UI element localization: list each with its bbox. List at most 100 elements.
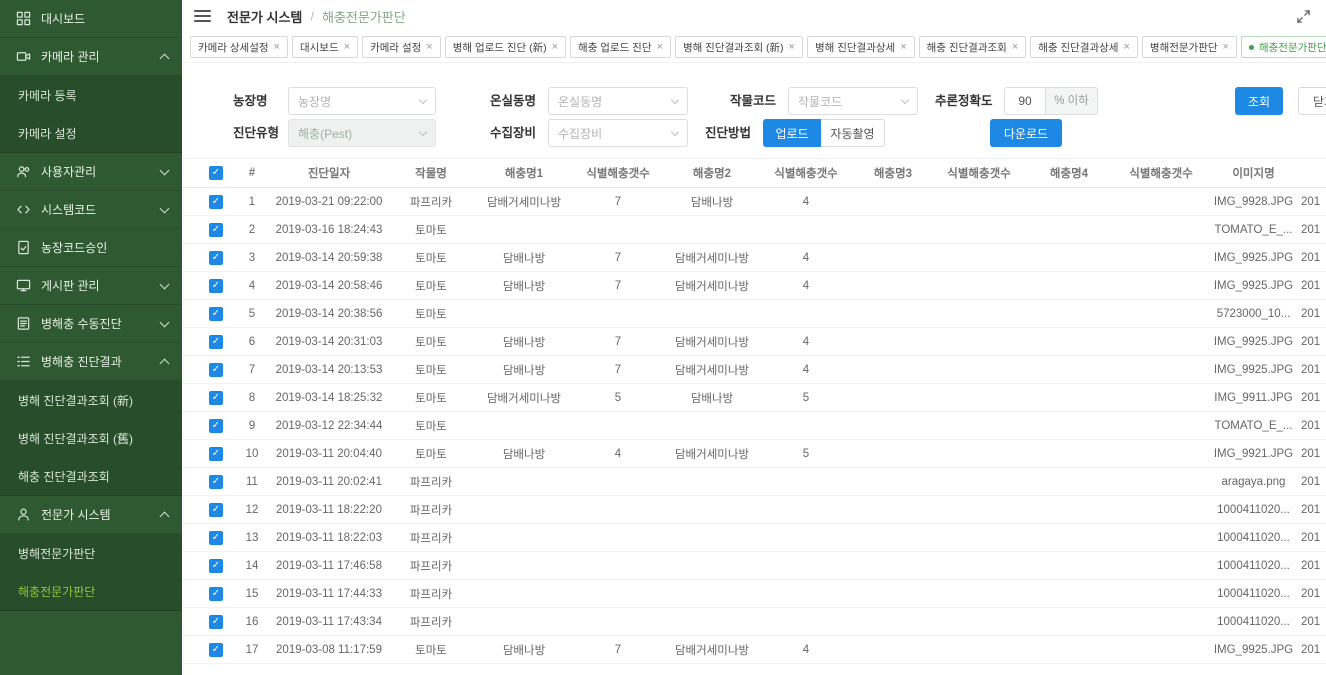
tab-close-icon[interactable]: × bbox=[344, 42, 350, 53]
tab-close-icon[interactable]: × bbox=[1123, 42, 1129, 53]
table-row[interactable]: ✓32019-03-14 20:59:38토마토담배나방7담배거세미나방4IMG… bbox=[182, 244, 1326, 272]
sidebar-item-label: 시스템코드 bbox=[41, 201, 161, 218]
sidebar-item-manual[interactable]: 병해충 수동진단 bbox=[0, 305, 182, 343]
greenhouse-select-value: 온실동명 bbox=[558, 93, 602, 110]
sidebar-item-board[interactable]: 게시판 관리 bbox=[0, 267, 182, 305]
tab-close-icon[interactable]: × bbox=[900, 42, 906, 53]
row-checkbox[interactable]: ✓ bbox=[209, 335, 223, 349]
table-row[interactable]: ✓62019-03-14 20:31:03토마토담배나방7담배거세미나방4IMG… bbox=[182, 328, 1326, 356]
table-row[interactable]: ✓122019-03-11 18:22:20파프리카1000411020...2… bbox=[182, 496, 1326, 524]
row-checkbox[interactable]: ✓ bbox=[209, 223, 223, 237]
tab-7[interactable]: 해충 진단결과조회× bbox=[919, 36, 1027, 58]
sidebar-item-camera[interactable]: 카메라 관리 bbox=[0, 38, 182, 76]
tab-3[interactable]: 병해 업로드 진단 (新)× bbox=[445, 36, 566, 58]
sidebar-subitem[interactable]: 카메라 설정 bbox=[0, 114, 182, 152]
tab-8[interactable]: 해충 진단결과상세× bbox=[1030, 36, 1138, 58]
tab-close-icon[interactable]: × bbox=[426, 42, 432, 53]
tab-4[interactable]: 해충 업로드 진단× bbox=[570, 36, 671, 58]
table-cell: 2019-03-08 11:17:59 bbox=[270, 644, 388, 656]
table-row[interactable]: ✓12019-03-21 09:22:00파프리카담배거세미나방7담배나방4IM… bbox=[182, 188, 1326, 216]
tab-9[interactable]: 병해전문가판단× bbox=[1142, 36, 1237, 58]
menu-icon[interactable] bbox=[194, 10, 211, 22]
sidebar-subitem[interactable]: 병해 진단결과조회 (舊) bbox=[0, 419, 182, 457]
select-all-checkbox[interactable]: ✓ bbox=[209, 166, 223, 180]
row-checkbox[interactable]: ✓ bbox=[209, 559, 223, 573]
row-checkbox[interactable]: ✓ bbox=[209, 503, 223, 517]
tab-close-icon[interactable]: × bbox=[274, 42, 280, 53]
sidebar-subitem[interactable]: 카메라 등록 bbox=[0, 76, 182, 114]
method-auto-button[interactable]: 자동촬영 bbox=[821, 119, 885, 147]
tab-close-icon[interactable]: × bbox=[657, 42, 663, 53]
accuracy-input[interactable] bbox=[1004, 87, 1046, 115]
table-header-cell: 작물명 bbox=[388, 165, 474, 181]
tab-5[interactable]: 병해 진단결과조회 (新)× bbox=[675, 36, 803, 58]
sidebar-item-result[interactable]: 병해충 진단결과 bbox=[0, 343, 182, 381]
table-row[interactable]: ✓112019-03-11 20:02:41파프리카aragaya.png201 bbox=[182, 468, 1326, 496]
row-checkbox[interactable]: ✓ bbox=[209, 195, 223, 209]
tab-1[interactable]: 대시보드× bbox=[292, 36, 358, 58]
sidebar-item-users[interactable]: 사용자관리 bbox=[0, 153, 182, 191]
row-checkbox[interactable]: ✓ bbox=[209, 363, 223, 377]
sidebar-menu: 대시보드카메라 관리카메라 등록카메라 설정사용자관리시스템코드농장코드승인게시… bbox=[0, 0, 182, 611]
tab-2[interactable]: 카메라 설정× bbox=[362, 36, 441, 58]
table-cell: 2019-03-14 20:31:03 bbox=[270, 336, 388, 348]
sidebar-item-label: 전문가 시스템 bbox=[41, 506, 161, 523]
table-row[interactable]: ✓52019-03-14 20:38:56토마토5723000_10...201 bbox=[182, 300, 1326, 328]
table-row[interactable]: ✓42019-03-14 20:58:46토마토담배나방7담배거세미나방4IMG… bbox=[182, 272, 1326, 300]
tab-close-icon[interactable]: × bbox=[1012, 42, 1018, 53]
row-checkbox[interactable]: ✓ bbox=[209, 447, 223, 461]
sidebar-item-syscode[interactable]: 시스템코드 bbox=[0, 191, 182, 229]
table-row[interactable]: ✓172019-03-08 11:17:59토마토담배나방7담배거세미나방4IM… bbox=[182, 636, 1326, 664]
farm-select[interactable]: 농장명 bbox=[288, 87, 436, 115]
sidebar: 대시보드카메라 관리카메라 등록카메라 설정사용자관리시스템코드농장코드승인게시… bbox=[0, 0, 182, 675]
row-checkbox[interactable]: ✓ bbox=[209, 475, 223, 489]
table-row[interactable]: ✓142019-03-11 17:46:58파프리카1000411020...2… bbox=[182, 552, 1326, 580]
crop-code-select[interactable]: 작물코드 bbox=[788, 87, 918, 115]
row-checkbox[interactable]: ✓ bbox=[209, 643, 223, 657]
sidebar-subitem[interactable]: 병해 진단결과조회 (新) bbox=[0, 381, 182, 419]
breadcrumb-root[interactable]: 전문가 시스템 bbox=[227, 7, 302, 26]
sidebar-subitem[interactable]: 병해전문가판단 bbox=[0, 534, 182, 572]
table-row[interactable]: ✓162019-03-11 17:43:34파프리카1000411020...2… bbox=[182, 608, 1326, 636]
tab-close-icon[interactable]: × bbox=[552, 42, 558, 53]
table-row[interactable]: ✓102019-03-11 20:04:40토마토담배나방4담배거세미나방5IM… bbox=[182, 440, 1326, 468]
row-checkbox[interactable]: ✓ bbox=[209, 615, 223, 629]
table-cell: 9 bbox=[234, 420, 270, 432]
row-checkbox[interactable]: ✓ bbox=[209, 531, 223, 545]
row-checkbox[interactable]: ✓ bbox=[209, 279, 223, 293]
close-button[interactable]: 닫기 bbox=[1298, 87, 1326, 115]
table-row[interactable]: ✓82019-03-14 18:25:32토마토담배거세미나방5담배나방5IMG… bbox=[182, 384, 1326, 412]
table-row[interactable]: ✓22019-03-16 18:24:43토마토TOMATO_E_...201 bbox=[182, 216, 1326, 244]
device-select[interactable]: 수집장비 bbox=[548, 119, 688, 147]
greenhouse-select[interactable]: 온실동명 bbox=[548, 87, 688, 115]
sidebar-item-farmcode[interactable]: 농장코드승인 bbox=[0, 229, 182, 267]
sidebar-item-expert[interactable]: 전문가 시스템 bbox=[0, 496, 182, 534]
tab-close-icon[interactable]: × bbox=[1223, 42, 1229, 53]
tab-0[interactable]: 카메라 상세설정× bbox=[190, 36, 288, 58]
table-cell: 201 bbox=[1301, 560, 1326, 572]
table-cell: 2019-03-11 18:22:03 bbox=[270, 532, 388, 544]
tab-close-icon[interactable]: × bbox=[789, 42, 795, 53]
tab-10[interactable]: 해충전문가판단× bbox=[1241, 36, 1326, 58]
table-row[interactable]: ✓152019-03-11 17:44:33파프리카1000411020...2… bbox=[182, 580, 1326, 608]
sidebar-subitem[interactable]: 해충 진단결과조회 bbox=[0, 457, 182, 495]
row-checkbox[interactable]: ✓ bbox=[209, 307, 223, 321]
download-button[interactable]: 다운로드 bbox=[990, 119, 1062, 147]
table-cell: 201 bbox=[1301, 420, 1326, 432]
row-checkbox[interactable]: ✓ bbox=[209, 587, 223, 601]
method-upload-button[interactable]: 업로드 bbox=[763, 119, 821, 147]
search-button[interactable]: 조회 bbox=[1235, 87, 1283, 115]
fullscreen-icon[interactable] bbox=[1294, 7, 1312, 25]
sidebar-item-dashboard[interactable]: 대시보드 bbox=[0, 0, 182, 38]
row-checkbox[interactable]: ✓ bbox=[209, 391, 223, 405]
table-row[interactable]: ✓92019-03-12 22:34:44토마토TOMATO_E_...201 bbox=[182, 412, 1326, 440]
diagnosis-type-select-value: 해충(Pest) bbox=[298, 125, 352, 142]
table-cell: 7 bbox=[574, 196, 662, 208]
sidebar-subitem[interactable]: 해충전문가판단 bbox=[0, 572, 182, 610]
row-checkbox[interactable]: ✓ bbox=[209, 251, 223, 265]
tab-6[interactable]: 병해 진단결과상세× bbox=[807, 36, 915, 58]
row-checkbox[interactable]: ✓ bbox=[209, 419, 223, 433]
table-row[interactable]: ✓72019-03-14 20:13:53토마토담배나방7담배거세미나방4IMG… bbox=[182, 356, 1326, 384]
table-row[interactable]: ✓132019-03-11 18:22:03파프리카1000411020...2… bbox=[182, 524, 1326, 552]
diagnosis-type-select[interactable]: 해충(Pest) bbox=[288, 119, 436, 147]
